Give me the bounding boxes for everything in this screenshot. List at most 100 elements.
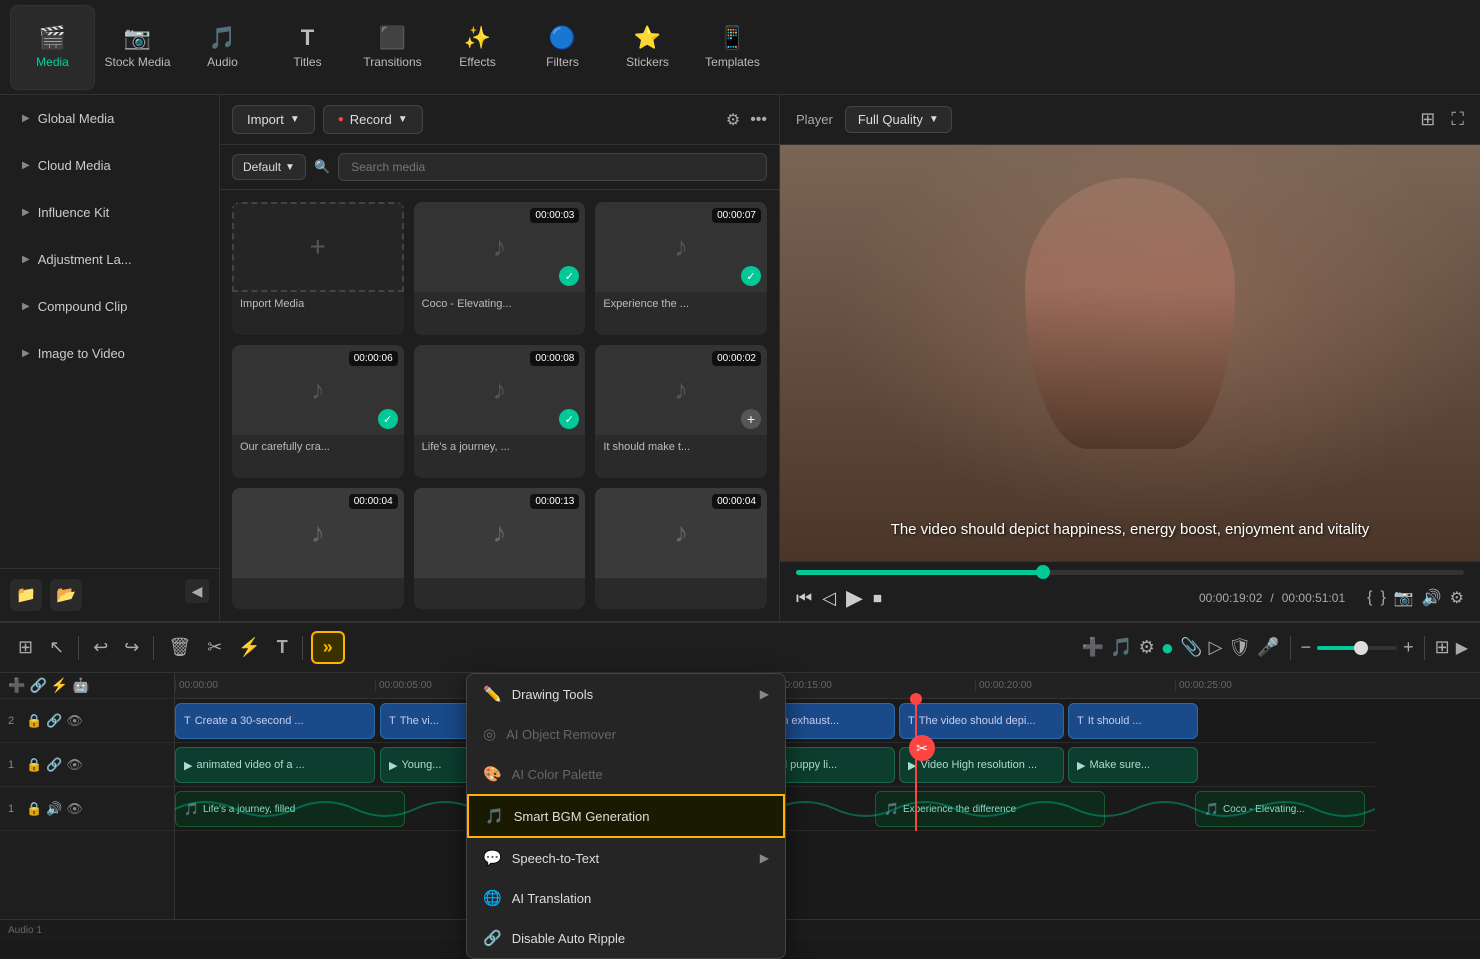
nav-transitions[interactable]: ⬛ Transitions xyxy=(350,5,435,90)
track-1-link-icon[interactable]: 🔗 xyxy=(46,757,62,773)
undo-button[interactable]: ↩ xyxy=(87,633,114,662)
mic-tl-button[interactable]: 🎤 xyxy=(1257,637,1279,658)
nav-media[interactable]: 🎬 Media xyxy=(10,5,95,90)
more-options-button[interactable]: ••• xyxy=(750,111,767,129)
collapse-sidebar-button[interactable]: ◀ xyxy=(185,579,209,603)
more-ctrl-button[interactable]: ⚙ xyxy=(1450,588,1464,608)
timeline-more-button[interactable]: ▶ xyxy=(1456,638,1468,658)
ai-track-button[interactable]: 🤖 xyxy=(72,677,89,694)
multi-select-button[interactable]: ⊞ xyxy=(12,633,39,662)
shield-tl-button[interactable]: 🛡 xyxy=(1228,637,1251,658)
track-2-link-icon[interactable]: 🔗 xyxy=(46,713,62,729)
ai-translation-item[interactable]: 🌐 AI Translation xyxy=(467,878,785,918)
open-folder-button[interactable]: 📂 xyxy=(50,579,82,611)
nav-titles[interactable]: T Titles xyxy=(265,5,350,90)
nav-stickers[interactable]: ⭐ Stickers xyxy=(605,5,690,90)
play-button[interactable]: ▶ xyxy=(846,585,863,611)
green-circle-tl-button[interactable]: ● xyxy=(1161,635,1174,661)
disable-auto-ripple-label: Disable Auto Ripple xyxy=(512,931,625,946)
disable-auto-ripple-item[interactable]: 🔗 Disable Auto Ripple xyxy=(467,918,785,958)
timeline-scroll-area[interactable]: 00:00:00 00:00:05:00 00:00:10:00 00:00:1… xyxy=(175,673,1480,919)
ai-color-palette-label: AI Color Palette xyxy=(512,767,603,782)
media-item-3[interactable]: ♪ 00:00:06 ✓ Our carefully cra... xyxy=(232,345,404,478)
audio-1-mute-icon[interactable]: 🔊 xyxy=(46,801,62,817)
clip-make-sure[interactable]: ▶ Make sure... xyxy=(1068,747,1198,783)
detach-audio-button[interactable]: 🎵 xyxy=(1110,637,1132,658)
add-video-track-button[interactable]: ➕ xyxy=(8,677,25,694)
smart-bgm-item[interactable]: 🎵 Smart BGM Generation xyxy=(467,794,785,838)
zoom-out-button[interactable]: − xyxy=(1301,637,1312,658)
import-button[interactable]: Import ▼ xyxy=(232,105,315,134)
nav-effects[interactable]: ✨ Effects xyxy=(435,5,520,90)
sidebar-item-cloud-media[interactable]: ▶ Cloud Media xyxy=(6,144,213,187)
track-2-lock-icon[interactable]: 🔒 xyxy=(26,713,42,729)
select-tool-button[interactable]: ↖ xyxy=(43,633,70,662)
text-tool-button[interactable]: T xyxy=(271,633,294,662)
nav-filters[interactable]: 🔵 Filters xyxy=(520,5,605,90)
fullscreen-button[interactable]: ⛶ xyxy=(1451,109,1464,130)
media-item-4[interactable]: ♪ 00:00:08 ✓ Life's a journey, ... xyxy=(414,345,586,478)
track-2-eye-icon[interactable]: 👁 xyxy=(66,713,83,729)
export-frame-button[interactable]: 📷 xyxy=(1394,588,1414,608)
add-track-button[interactable]: ➕ xyxy=(1082,637,1104,658)
clip-video-should[interactable]: T The video should depi... xyxy=(899,703,1064,739)
auto-button[interactable]: ⚙ xyxy=(1139,637,1155,658)
clip-create-30[interactable]: T Create a 30-second ... xyxy=(175,703,375,739)
import-media-item[interactable]: + Import Media xyxy=(232,202,404,335)
sidebar-item-influence-kit[interactable]: ▶ Influence Kit xyxy=(6,191,213,234)
audio-1-lock-icon[interactable]: 🔒 xyxy=(26,801,42,817)
quality-select[interactable]: Full Quality ▼ xyxy=(845,106,952,133)
audio-clip-4[interactable]: 🎵 Coco - Elevating... xyxy=(1195,791,1365,827)
mark-out-button[interactable]: } xyxy=(1380,588,1385,608)
split-tracks-button[interactable]: ⚡ xyxy=(51,677,68,694)
split-audio-button[interactable]: ⚡ xyxy=(232,633,266,662)
nav-templates[interactable]: 📱 Templates xyxy=(690,5,775,90)
zoom-in-button[interactable]: + xyxy=(1403,637,1414,658)
playback-tl-button[interactable]: ▷ xyxy=(1208,637,1222,658)
clip-it-should[interactable]: T It should ... xyxy=(1068,703,1198,739)
mark-in-button[interactable]: { xyxy=(1367,588,1372,608)
default-dropdown[interactable]: Default ▼ xyxy=(232,154,306,180)
timeline-layout-button[interactable]: ⊞ xyxy=(1435,637,1450,658)
filter-icon-button[interactable]: ⚙ xyxy=(726,110,740,130)
sidebar-item-adjustment[interactable]: ▶ Adjustment La... xyxy=(6,238,213,281)
media-item-1[interactable]: ♪ 00:00:03 ✓ Coco - Elevating... xyxy=(414,202,586,335)
drawing-tools-item[interactable]: ✏️ Drawing Tools ▶ xyxy=(467,674,785,714)
link-tracks-button[interactable]: 🔗 xyxy=(29,677,46,694)
progress-thumb[interactable] xyxy=(1036,565,1050,579)
clip-animated-video[interactable]: ▶ animated video of a ... xyxy=(175,747,375,783)
nav-stock-media[interactable]: 📷 Stock Media xyxy=(95,5,180,90)
stop-button[interactable]: ⏹ xyxy=(873,588,882,609)
audio-clip-3[interactable]: 🎵 Experience the difference xyxy=(875,791,1105,827)
media-item-7[interactable]: ♪ 00:00:13 xyxy=(414,488,586,609)
sidebar-item-global-media[interactable]: ▶ Global Media xyxy=(6,97,213,140)
media-item-2[interactable]: ♪ 00:00:07 ✓ Experience the ... xyxy=(595,202,767,335)
search-input[interactable] xyxy=(338,153,767,181)
record-button[interactable]: ● Record ▼ xyxy=(323,105,423,134)
more-tools-button[interactable]: » xyxy=(311,631,345,664)
nav-audio[interactable]: 🎵 Audio xyxy=(180,5,265,90)
audio-1-eye-icon[interactable]: 👁 xyxy=(66,801,83,817)
audio-clip-1[interactable]: 🎵 Life's a journey, filled xyxy=(175,791,405,827)
media-item-6[interactable]: ♪ 00:00:04 xyxy=(232,488,404,609)
volume-button[interactable]: 🔊 xyxy=(1422,588,1442,608)
sidebar-item-compound-clip[interactable]: ▶ Compound Clip xyxy=(6,285,213,328)
step-back-button[interactable]: ⏮ xyxy=(796,588,812,609)
speech-to-text-item[interactable]: 💬 Speech-to-Text ▶ xyxy=(467,838,785,878)
track-1-lock-icon[interactable]: 🔒 xyxy=(26,757,42,773)
frame-back-button[interactable]: ◁ xyxy=(822,588,836,609)
grid-view-button[interactable]: ⊞ xyxy=(1420,109,1435,130)
sticker-tl-button[interactable]: 📎 xyxy=(1180,637,1202,658)
progress-bar[interactable] xyxy=(796,570,1464,575)
delete-button[interactable]: 🗑 xyxy=(162,633,197,662)
redo-button[interactable]: ↪ xyxy=(118,633,145,662)
track-1-eye-icon[interactable]: 👁 xyxy=(66,757,83,773)
media-item-5[interactable]: ♪ 00:00:02 + It should make t... xyxy=(595,345,767,478)
media-item-8[interactable]: ♪ 00:00:04 xyxy=(595,488,767,609)
ai-color-palette-item[interactable]: 🎨 AI Color Palette xyxy=(467,754,785,794)
zoom-thumb[interactable] xyxy=(1354,641,1368,655)
sidebar-item-image-to-video[interactable]: ▶ Image to Video xyxy=(6,332,213,375)
add-folder-button[interactable]: 📁 xyxy=(10,579,42,611)
cut-button[interactable]: ✂ xyxy=(201,633,228,662)
ai-object-remover-item[interactable]: ◎ AI Object Remover xyxy=(467,714,785,754)
